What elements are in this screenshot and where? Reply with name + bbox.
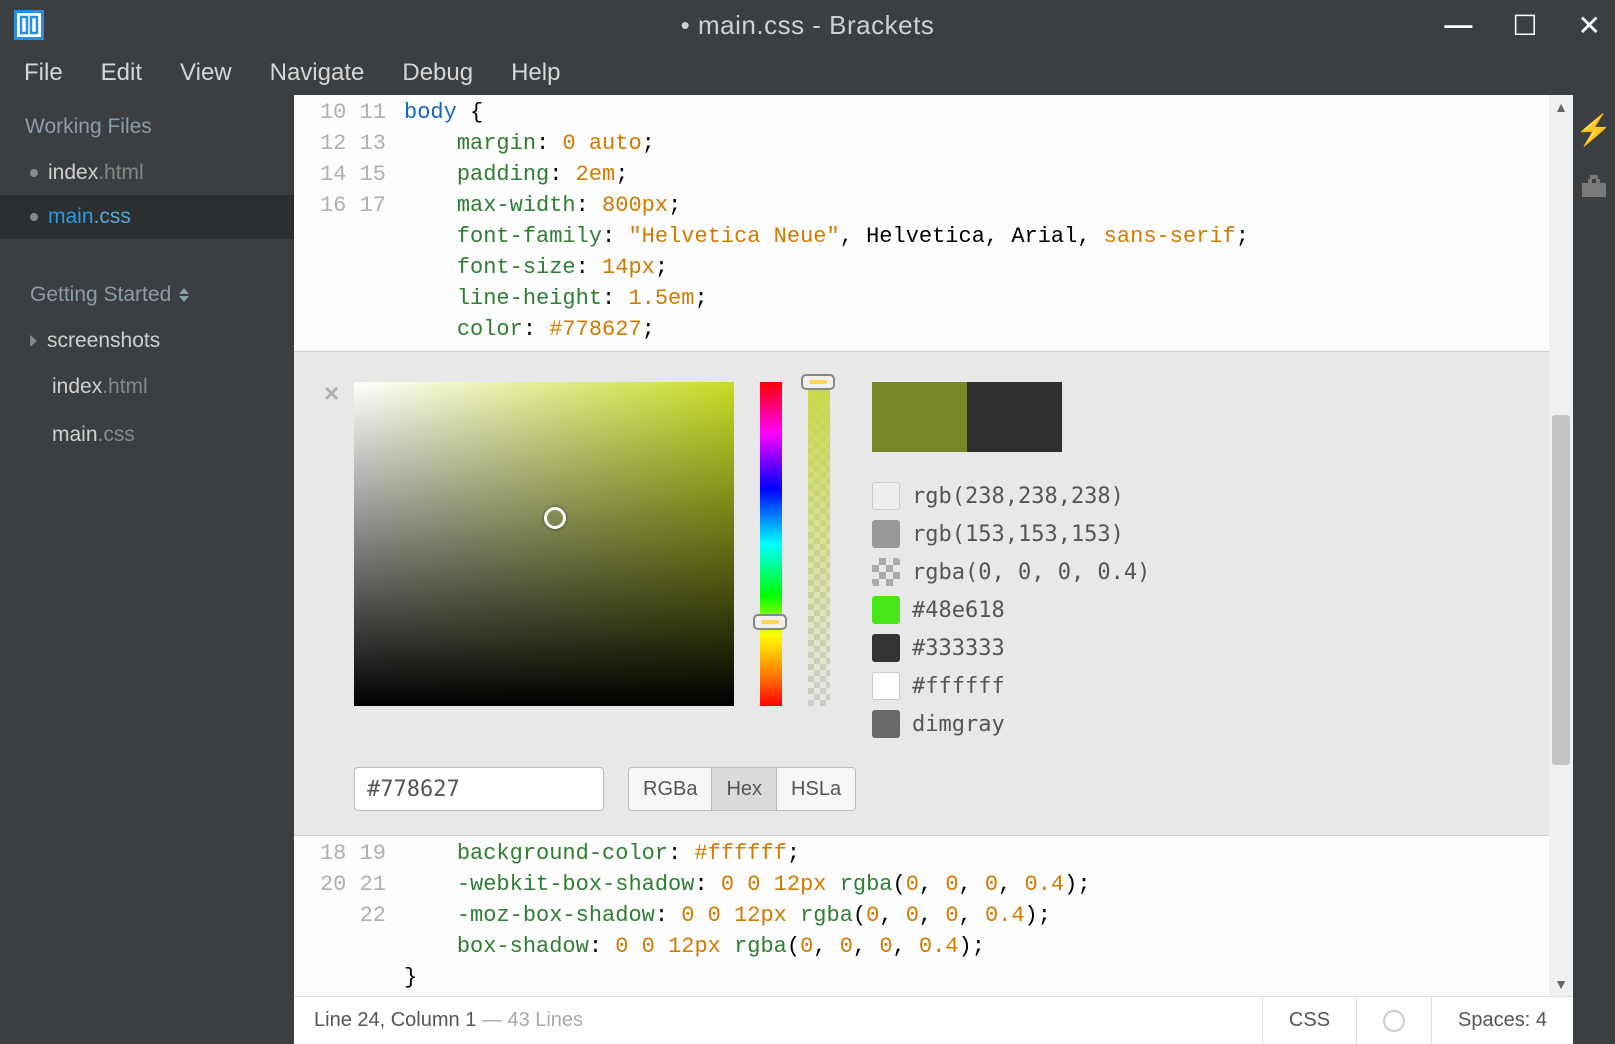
swatch-row[interactable]: rgba(0, 0, 0, 0.4) [872, 558, 1521, 586]
cursor-position[interactable]: Line 24, Column 1 — 43 Lines [314, 1009, 583, 1032]
extension-manager-icon[interactable] [1580, 172, 1608, 204]
swatch-label: rgba(0, 0, 0, 0.4) [912, 560, 1150, 585]
code-area-bottom[interactable]: 18 19 20 21 22 background-color: #ffffff… [294, 836, 1549, 996]
format-hex[interactable]: Hex [712, 768, 777, 810]
swatch-chip [872, 520, 900, 548]
dirty-dot-icon [30, 213, 38, 221]
swatch-row[interactable]: #333333 [872, 634, 1521, 662]
alpha-thumb[interactable] [801, 374, 835, 390]
swatch-row[interactable]: dimgray [872, 710, 1521, 738]
linting-status[interactable] [1356, 997, 1431, 1044]
project-dropdown[interactable]: Getting Started [0, 269, 294, 319]
swatch-chip [872, 596, 900, 624]
title-bar: • main.css - Brackets — ☐ ✕ [0, 0, 1615, 50]
sv-handle[interactable] [544, 507, 566, 529]
scroll-up-icon[interactable]: ▲ [1549, 95, 1573, 119]
hue-thumb[interactable] [753, 614, 787, 630]
swatch-chip [872, 672, 900, 700]
gutter: 10 11 12 13 14 15 16 17 [294, 95, 404, 351]
dirty-dot-icon [30, 169, 38, 177]
saturation-value-field[interactable] [354, 382, 734, 706]
maximize-button[interactable]: ☐ [1512, 9, 1537, 42]
spinner-icon [1383, 1010, 1405, 1032]
project-file-main[interactable]: main.css [0, 411, 294, 459]
menu-bar: File Edit View Navigate Debug Help [0, 50, 1615, 95]
swatch-row[interactable]: #ffffff [872, 672, 1521, 700]
status-bar: Line 24, Column 1 — 43 Lines CSS Spaces:… [294, 996, 1573, 1044]
gutter: 18 19 20 21 22 [294, 836, 404, 996]
alpha-slider[interactable] [808, 382, 830, 706]
swatch-label: #ffffff [912, 674, 1005, 699]
format-hsla[interactable]: HSLa [777, 768, 855, 810]
editor-column: 10 11 12 13 14 15 16 17 body { margin: 0… [294, 95, 1573, 1044]
swatch-label: rgb(238,238,238) [912, 484, 1124, 509]
window-controls: — ☐ ✕ [1444, 9, 1601, 42]
sidebar: Working Files index.html main.css Gettin… [0, 95, 294, 1044]
swatch-label: dimgray [912, 712, 1005, 737]
swatch-panel: rgb(238,238,238) rgb(153,153,153) rgba(0, … [856, 382, 1521, 815]
project-file-index[interactable]: index.html [0, 363, 294, 411]
swatch-row[interactable]: rgb(238,238,238) [872, 482, 1521, 510]
chevron-right-icon [30, 335, 37, 347]
swatch-chip [872, 482, 900, 510]
menu-navigate[interactable]: Navigate [256, 55, 379, 91]
vertical-scrollbar[interactable]: ▲ ▼ [1549, 95, 1573, 996]
editor[interactable]: 10 11 12 13 14 15 16 17 body { margin: 0… [294, 95, 1573, 996]
close-icon[interactable]: × [324, 378, 339, 409]
live-preview-icon[interactable]: ⚡ [1575, 113, 1612, 148]
swatch-label: rgb(153,153,153) [912, 522, 1124, 547]
scroll-down-icon[interactable]: ▼ [1549, 972, 1573, 996]
swatch-label: #48e618 [912, 598, 1005, 623]
working-files-title: Working Files [0, 95, 294, 151]
current-original-swatch [872, 382, 1062, 452]
format-toggle: RGBa Hex HSLa [628, 767, 856, 811]
swatch-list: rgb(238,238,238) rgb(153,153,153) rgba(0, … [872, 482, 1521, 738]
working-file-index[interactable]: index.html [0, 151, 294, 195]
swatch-row[interactable]: rgb(153,153,153) [872, 520, 1521, 548]
minimize-button[interactable]: — [1444, 9, 1472, 42]
menu-debug[interactable]: Debug [388, 55, 487, 91]
menu-view[interactable]: View [166, 55, 246, 91]
window-title: • main.css - Brackets [681, 10, 935, 41]
app-logo-icon [14, 10, 44, 40]
working-file-main[interactable]: main.css [0, 195, 294, 239]
scrollbar-thumb[interactable] [1552, 415, 1570, 765]
right-toolbar: ⚡ [1573, 95, 1615, 1044]
menu-file[interactable]: File [10, 55, 77, 91]
code-area-top[interactable]: 10 11 12 13 14 15 16 17 body { margin: 0… [294, 95, 1549, 351]
swatch-label: #333333 [912, 636, 1005, 661]
swatch-chip [872, 634, 900, 662]
inline-color-editor: × [294, 351, 1549, 836]
menu-edit[interactable]: Edit [87, 55, 156, 91]
swatch-chip [872, 558, 900, 586]
folder-screenshots[interactable]: screenshots [0, 319, 294, 363]
close-button[interactable]: ✕ [1578, 9, 1601, 42]
hue-slider[interactable] [760, 382, 782, 706]
indent-settings[interactable]: Spaces: 4 [1431, 997, 1573, 1044]
swatch-old [967, 382, 1062, 452]
code-lines[interactable]: background-color: #ffffff; -webkit-box-s… [404, 836, 1549, 996]
format-rgba[interactable]: RGBa [629, 768, 712, 810]
swatch-new [872, 382, 967, 452]
code-lines[interactable]: body { margin: 0 auto; padding: 2em; max… [404, 95, 1549, 351]
swatch-chip [872, 710, 900, 738]
menu-help[interactable]: Help [497, 55, 574, 91]
project-title: Getting Started [30, 283, 171, 307]
language-mode[interactable]: CSS [1262, 997, 1356, 1044]
workspace: Working Files index.html main.css Gettin… [0, 95, 1615, 1044]
swatch-row[interactable]: #48e618 [872, 596, 1521, 624]
color-value-input[interactable] [354, 767, 604, 811]
